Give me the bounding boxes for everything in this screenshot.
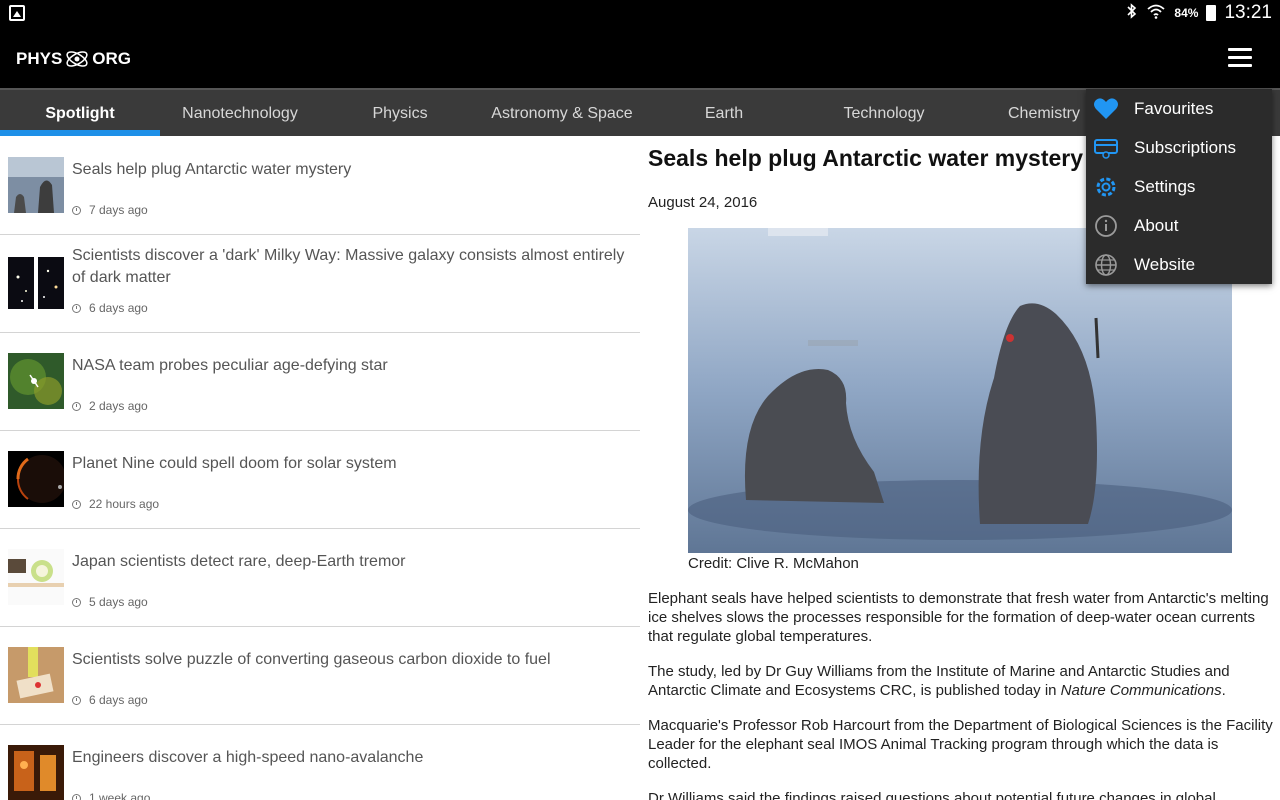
- body-paragraph: Macquarie's Professor Rob Harcourt from …: [648, 717, 1273, 772]
- article-title: Planet Nine could spell doom for solar s…: [72, 455, 397, 472]
- article-date: August 24, 2016: [648, 194, 758, 211]
- menu-line: [1228, 64, 1252, 67]
- clock-icon: [72, 597, 81, 607]
- app-bar: PHYS ORG: [0, 26, 1280, 88]
- list-item[interactable]: Japan scientists detect rare, deep-Earth…: [0, 529, 640, 627]
- logo-text-left: PHYS: [16, 49, 63, 68]
- article-time: 22 hours ago: [89, 497, 160, 511]
- article-meta: 6 days ago: [72, 693, 148, 707]
- journal-name: Nature Communications: [1060, 682, 1222, 699]
- overflow-menu: Favourites Subscriptions Settings About …: [1086, 89, 1272, 284]
- list-item[interactable]: Seals help plug Antarctic water mystery …: [0, 137, 640, 235]
- tab-earth[interactable]: Earth: [644, 90, 804, 136]
- menu-item-label: About: [1134, 215, 1179, 235]
- article-meta: 5 days ago: [72, 595, 148, 609]
- article-time: 2 days ago: [89, 399, 148, 413]
- body-paragraph: Dr Williams said the findings raised que…: [648, 790, 1216, 800]
- article-time: 5 days ago: [89, 595, 148, 609]
- subscriptions-icon: [1092, 134, 1120, 162]
- tab-technology[interactable]: Technology: [804, 90, 964, 136]
- article-time: 6 days ago: [89, 301, 148, 315]
- article-title: Scientists solve puzzle of converting ga…: [72, 651, 551, 668]
- menu-item-label: Subscriptions: [1134, 137, 1237, 157]
- tab-astronomy-space[interactable]: Astronomy & Space: [480, 90, 644, 136]
- article-thumbnail: [8, 353, 64, 409]
- article-thumbnail: [8, 257, 64, 313]
- list-item[interactable]: Engineers discover a high-speed nano-ava…: [0, 725, 640, 800]
- clock: 13:21: [1224, 2, 1272, 23]
- list-item[interactable]: Scientists solve puzzle of converting ga…: [0, 627, 640, 725]
- menu-item-label: Settings: [1134, 176, 1196, 196]
- list-item[interactable]: NASA team probes peculiar age-defying st…: [0, 333, 640, 431]
- battery-icon: [1206, 5, 1217, 21]
- article-title: Engineers discover a high-speed nano-ava…: [72, 749, 424, 766]
- hamburger-menu-button[interactable]: [1228, 48, 1252, 68]
- globe-icon: [1092, 251, 1120, 279]
- menu-item-website[interactable]: Website: [1086, 245, 1272, 284]
- clock-icon: [72, 793, 81, 800]
- battery-percent: 84%: [1174, 6, 1199, 20]
- article-meta: 7 days ago: [72, 203, 148, 217]
- body-paragraph: The study, led by Dr Guy Williams from t…: [648, 662, 1273, 700]
- phys-org-logo[interactable]: PHYS ORG: [16, 46, 131, 72]
- article-list: Seals help plug Antarctic water mystery …: [0, 137, 640, 800]
- article-time: 1 week ago: [89, 791, 151, 800]
- tab-physics[interactable]: Physics: [320, 90, 480, 136]
- menu-item-label: Website: [1134, 254, 1196, 274]
- bluetooth-icon: [1126, 2, 1138, 24]
- list-item[interactable]: Scientists discover a 'dark' Milky Way: …: [0, 235, 640, 333]
- gallery-notification-icon: [9, 5, 25, 21]
- clock-icon: [72, 401, 81, 411]
- active-tab-indicator: [0, 130, 160, 136]
- heart-icon: [1092, 95, 1120, 123]
- article-title: Japan scientists detect rare, deep-Earth…: [72, 553, 406, 570]
- article-meta: 6 days ago: [72, 301, 148, 315]
- body-paragraph: Elephant seals have helped scientists to…: [648, 590, 1269, 645]
- list-item[interactable]: Planet Nine could spell doom for solar s…: [0, 431, 640, 529]
- wifi-icon: [1146, 3, 1166, 24]
- article-time: 7 days ago: [89, 203, 148, 217]
- clock-icon: [72, 499, 81, 509]
- menu-item-label: Favourites: [1134, 98, 1214, 118]
- article-title: NASA team probes peculiar age-defying st…: [72, 357, 388, 374]
- body-text: .: [1221, 682, 1226, 699]
- article-meta: 2 days ago: [72, 399, 148, 413]
- article-thumbnail: [8, 745, 64, 800]
- article-thumbnail: [8, 647, 64, 703]
- info-icon: [1092, 212, 1120, 240]
- article-title: Seals help plug Antarctic water mystery: [72, 161, 352, 178]
- clock-icon: [72, 205, 81, 215]
- article-body: Elephant seals have helped scientists to…: [648, 589, 1273, 800]
- menu-item-favourites[interactable]: Favourites: [1086, 89, 1272, 128]
- menu-line: [1228, 56, 1252, 59]
- logo-text-right: ORG: [92, 49, 132, 68]
- image-credit: Credit: Clive R. McMahon: [688, 555, 859, 572]
- article-thumbnail: [8, 451, 66, 507]
- clock-icon: [72, 695, 81, 705]
- status-bar: 84% 13:21: [0, 0, 1280, 26]
- menu-item-subscriptions[interactable]: Subscriptions: [1086, 128, 1272, 167]
- clock-icon: [72, 303, 81, 313]
- tab-nanotechnology[interactable]: Nanotechnology: [160, 90, 320, 136]
- article-meta: 22 hours ago: [72, 497, 159, 511]
- menu-item-about[interactable]: About: [1086, 206, 1272, 245]
- status-indicators: 84% 13:21: [1126, 0, 1272, 26]
- article-time: 6 days ago: [89, 693, 148, 707]
- gear-icon: [1092, 173, 1120, 201]
- article-thumbnail: [8, 157, 64, 213]
- menu-line: [1228, 48, 1252, 51]
- article-thumbnail: [8, 549, 64, 605]
- article-title: Scientists discover a 'dark' Milky Way: …: [72, 247, 625, 286]
- atom-icon: [64, 46, 90, 72]
- article-meta: 1 week ago: [72, 791, 150, 800]
- menu-item-settings[interactable]: Settings: [1086, 167, 1272, 206]
